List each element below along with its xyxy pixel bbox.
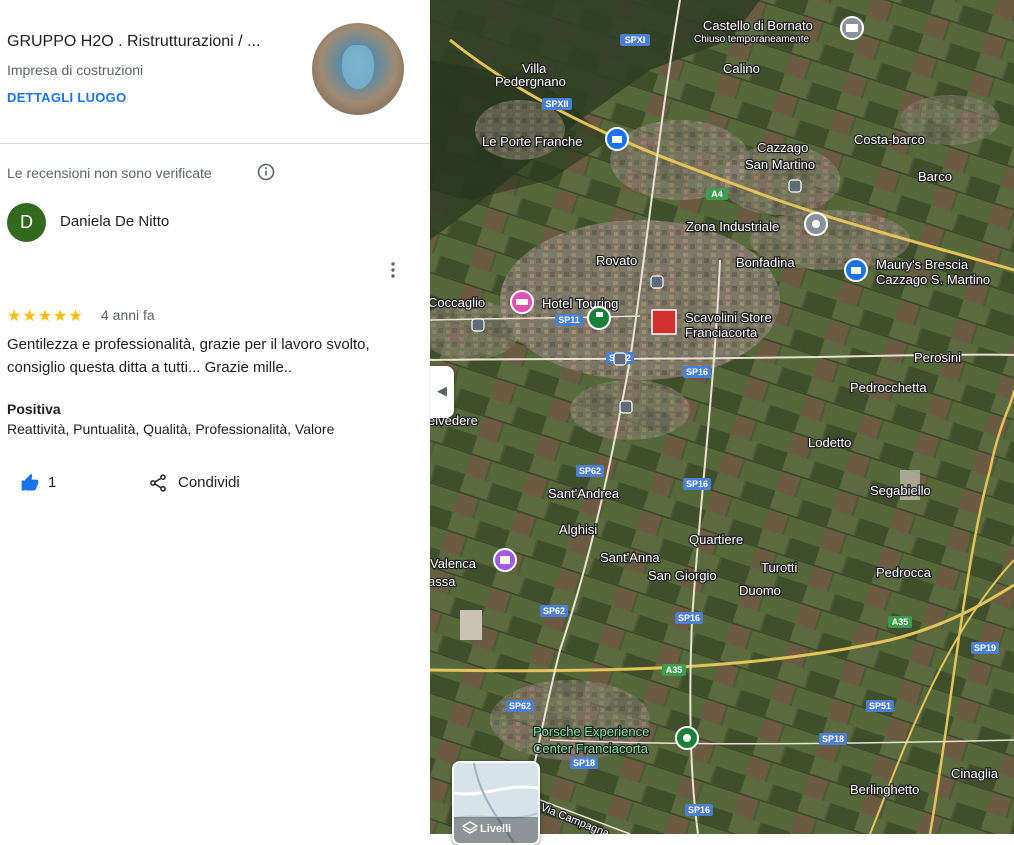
divider <box>0 143 430 144</box>
map-label: Cazzago <box>757 140 808 155</box>
avatar[interactable]: D <box>7 203 46 242</box>
map-pin-scavolini[interactable] <box>651 309 677 335</box>
svg-text:SP19: SP19 <box>974 643 996 653</box>
map-label: Scavolini Store <box>685 310 772 325</box>
info-icon[interactable] <box>257 163 275 181</box>
place-panel: GRUPPO H2O . Ristrutturazioni / ... Impr… <box>0 0 430 834</box>
map-label: Calino <box>723 61 760 76</box>
map-label: Pedrocca <box>876 565 932 580</box>
review-text: Gentilezza e professionalità, grazie per… <box>7 336 370 376</box>
map-label: Valenca <box>430 556 477 571</box>
map-label: Franciacorta <box>685 325 758 340</box>
map-label: San Giorgio <box>648 568 717 583</box>
map-pin-porsche[interactable] <box>675 726 699 750</box>
reviewer-name[interactable]: Daniela De Nitto <box>60 213 169 230</box>
svg-text:A35: A35 <box>666 665 683 675</box>
map-label: Duomo <box>739 583 781 598</box>
share-icon <box>150 474 166 492</box>
map-pin-castle[interactable] <box>840 16 864 40</box>
map-label: Quartiere <box>689 532 743 547</box>
positive-tags: Reattività, Puntualità, Qualità, Profess… <box>7 421 335 437</box>
map-pin-shopping[interactable] <box>605 127 629 151</box>
like-count: 1 <box>48 474 57 491</box>
svg-text:SP16: SP16 <box>688 805 710 815</box>
map-label: Cazzago S. Martino <box>876 272 990 287</box>
map-pin-shopping[interactable] <box>844 258 868 282</box>
positive-title: Positiva <box>7 401 61 417</box>
share-button[interactable]: Condividi <box>148 470 258 496</box>
layers-icon <box>462 821 478 834</box>
map-label: Costa-barco <box>854 132 925 147</box>
map-label: Segabiello <box>870 483 931 498</box>
map-label: Barco <box>918 169 952 184</box>
svg-text:SP11: SP11 <box>558 315 580 325</box>
place-details-link[interactable]: DETTAGLI LUOGO <box>7 90 127 105</box>
svg-text:SP16: SP16 <box>678 613 700 623</box>
map-label: Berlinghetto <box>850 782 919 797</box>
layers-label: Livelli <box>480 823 512 835</box>
map-label: Sant'Anna <box>600 550 660 565</box>
svg-text:SP18: SP18 <box>822 734 844 744</box>
map-label: Chiuso temporaneamente <box>694 34 810 45</box>
map-label: Turotti <box>761 560 797 575</box>
unverified-notice: Le recensioni non sono verificate <box>7 165 212 181</box>
review-age: 4 anni fa <box>101 307 155 323</box>
like-button[interactable]: 1 <box>18 470 78 496</box>
map-label: Le Porte Franche <box>482 134 582 149</box>
map-label: Hotel Touring <box>542 296 618 311</box>
map-label: Porsche Experience <box>533 724 649 739</box>
svg-text:SP18: SP18 <box>573 758 595 768</box>
map-label: Coccaglio <box>430 295 485 310</box>
map-pin-attraction[interactable] <box>493 548 517 572</box>
business-category: Impresa di costruzioni <box>7 62 144 78</box>
svg-text:SP16: SP16 <box>686 367 708 377</box>
svg-text:SP62: SP62 <box>543 606 565 616</box>
map-label: assa <box>430 574 456 589</box>
business-photo[interactable] <box>312 23 404 115</box>
more-options-icon[interactable] <box>385 260 401 280</box>
map-pin-flag[interactable] <box>587 306 611 330</box>
map-pin-hotel[interactable] <box>510 290 534 314</box>
svg-text:SP62: SP62 <box>509 701 531 711</box>
map-label: Zona Industriale <box>686 219 779 234</box>
map-label: Center Franciacorta <box>533 741 649 756</box>
map-label: San Martino <box>745 157 815 172</box>
share-label: Condividi <box>178 474 240 491</box>
map-label: Sant'Andrea <box>548 486 620 501</box>
map-label: Rovato <box>596 253 637 268</box>
svg-text:SP62: SP62 <box>579 466 601 476</box>
satellite-map[interactable]: SPXI SPXII A4 SP11 SP62 SP16 SP62 SP16 S… <box>430 0 1014 834</box>
map-label: Cinaglia <box>951 766 999 781</box>
map-label: Pedrocchetta <box>850 380 927 395</box>
thumbs-up-icon <box>21 473 39 491</box>
svg-text:SP16: SP16 <box>686 479 708 489</box>
map-label: Pedergnano <box>495 74 566 89</box>
svg-text:SP51: SP51 <box>869 701 891 711</box>
svg-text:SPXI: SPXI <box>625 35 646 45</box>
map-label: Castello di Bornato <box>703 18 813 33</box>
svg-text:A4: A4 <box>711 189 723 199</box>
map-label: Maury's Brescia <box>876 257 969 272</box>
collapse-panel-button[interactable]: ◀ <box>430 366 454 418</box>
map-label: Perosini <box>914 350 961 365</box>
map-label: Lodetto <box>808 435 851 450</box>
chevron-left-icon: ◀ <box>437 383 447 398</box>
map-label: Alghisi <box>559 522 597 537</box>
business-title: GRUPPO H2O . Ristrutturazioni / ... <box>7 33 261 50</box>
map-pin-industrial[interactable] <box>804 212 828 236</box>
map-label: Bonfadina <box>736 255 795 270</box>
svg-text:A35: A35 <box>892 617 909 627</box>
svg-text:SPXII: SPXII <box>545 99 568 109</box>
layers-button[interactable]: Livelli <box>452 761 540 845</box>
star-rating: ★★★★★ <box>7 308 84 325</box>
